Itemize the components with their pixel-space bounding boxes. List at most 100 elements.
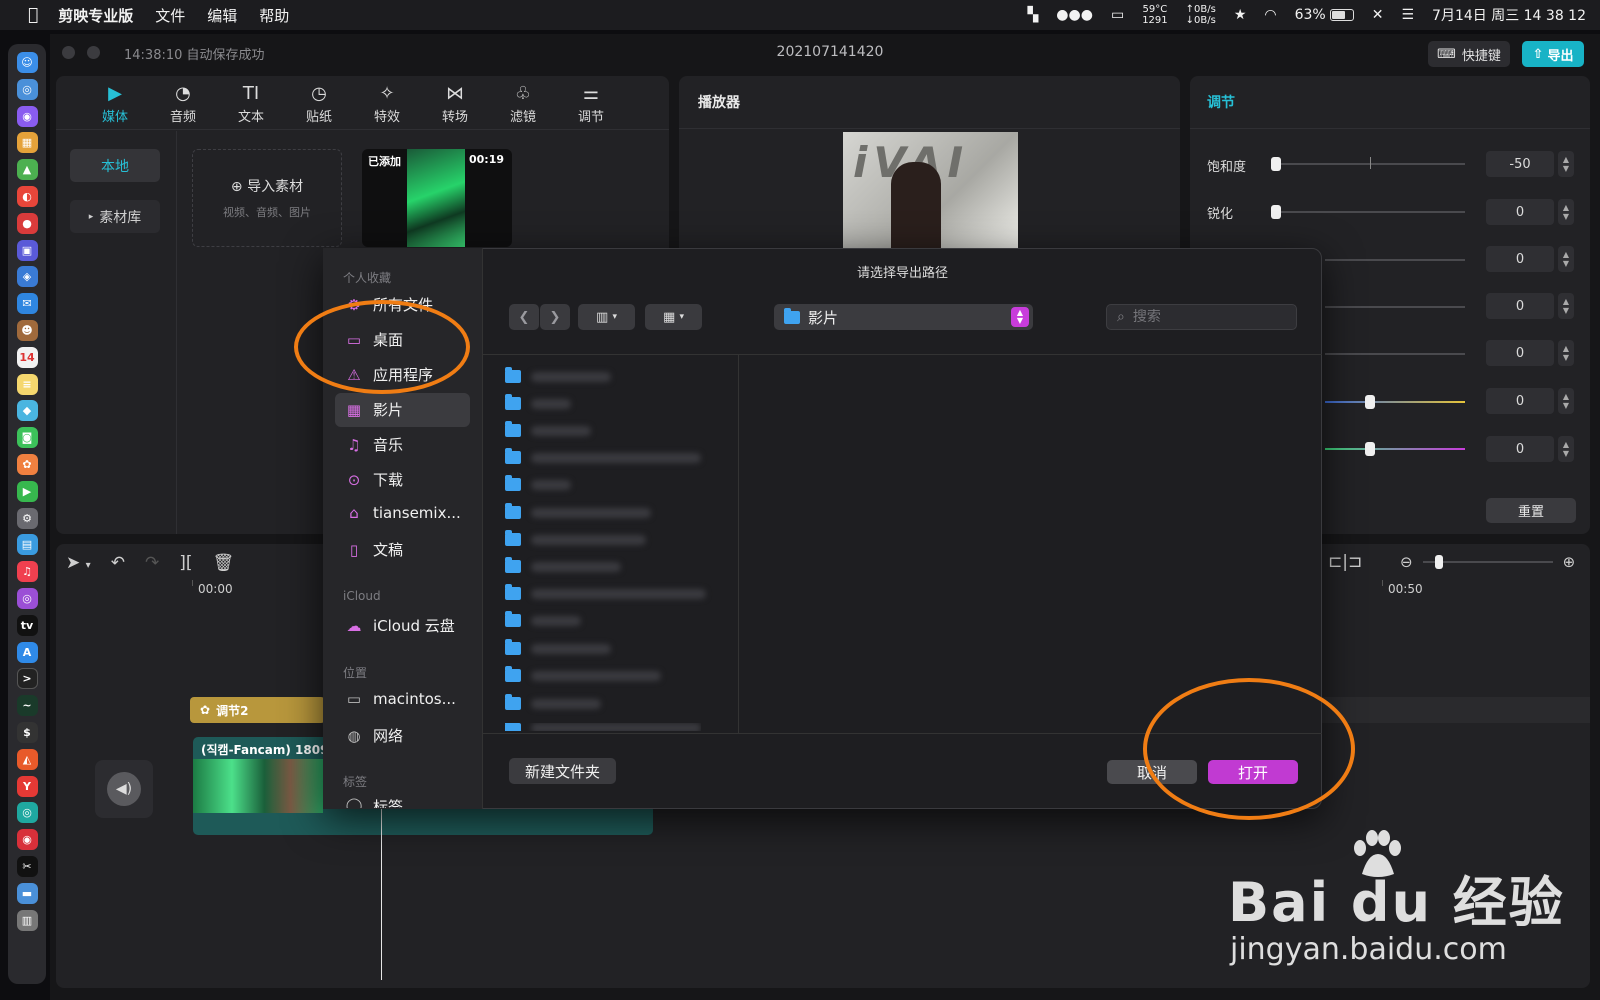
app-store-icon[interactable]: ▤ <box>16 534 38 556</box>
sharpen-slider[interactable] <box>1275 211 1465 213</box>
zoom-out-icon[interactable]: ⊖ <box>1400 553 1413 571</box>
adjust-slider-4[interactable] <box>1325 306 1465 308</box>
path-select[interactable]: 影片 ▲ ▼ <box>774 304 1033 330</box>
finder-icon[interactable]: ☺ <box>16 52 38 73</box>
tint-slider[interactable] <box>1325 448 1465 450</box>
grid-view-button[interactable]: ▦ ▾ <box>645 304 702 330</box>
facetime-icon[interactable]: ▶ <box>16 480 38 502</box>
zoom-slider-handle[interactable] <box>1434 555 1443 569</box>
siri-icon[interactable]: ◉ <box>16 105 38 127</box>
display-status-icon[interactable]: ▭ <box>1111 7 1124 23</box>
network-readout[interactable]: ↑0B/s ↓0B/s <box>1186 4 1216 26</box>
terminal-icon[interactable]: > <box>16 668 38 690</box>
tab-text[interactable]: TI 文本 <box>217 76 285 129</box>
app-teal-icon[interactable]: ◎ <box>16 802 38 824</box>
forward-button[interactable]: ❯ <box>540 304 570 330</box>
adjust-stepper-3[interactable]: ▲ ▼ <box>1558 246 1574 272</box>
adjust-value-4[interactable]: 0 <box>1486 293 1554 319</box>
folder-row[interactable] <box>505 723 701 731</box>
adjust-stepper-4[interactable]: ▲ ▼ <box>1558 293 1574 319</box>
music-app-icon[interactable]: ♫ <box>16 561 38 583</box>
calendar-icon[interactable]: 14 <box>16 346 38 368</box>
sidebar-item-music[interactable]: ♫ 音乐 <box>345 434 403 455</box>
playhead[interactable] <box>381 796 382 980</box>
sidebar-item-icloud-drive[interactable]: ☁ iCloud 云盘 <box>345 615 455 636</box>
folder-row[interactable] <box>505 666 661 682</box>
menu-app-name[interactable]: 剪映专业版 <box>58 5 133 26</box>
wifi-icon[interactable]: ◠ <box>1264 7 1276 23</box>
folder-row[interactable] <box>505 475 571 491</box>
control-center-icon[interactable]: ☰ <box>1401 7 1414 23</box>
media-clip-thumbnail[interactable]: 已添加 00:19 <box>362 149 512 247</box>
new-folder-button[interactable]: 新建文件夹 <box>509 758 616 784</box>
activity-monitor-icon[interactable]: ~ <box>16 695 38 717</box>
adjust-value-7[interactable]: 0 <box>1486 436 1554 462</box>
video-preview[interactable]: iVAI <box>843 132 1018 248</box>
saturation-slider-handle[interactable] <box>1271 157 1281 171</box>
saturation-value[interactable]: -50 <box>1486 151 1554 177</box>
temperature-slider[interactable] <box>1325 401 1465 403</box>
notes-icon[interactable]: ≡ <box>16 373 38 395</box>
folder-row[interactable] <box>505 394 571 410</box>
export-button[interactable]: ⇧ 导出 <box>1522 41 1584 67</box>
messages-icon[interactable]: ◙ <box>16 427 38 449</box>
folder-row[interactable] <box>505 367 611 383</box>
temperature-slider-handle[interactable] <box>1365 395 1375 409</box>
adjust-slider-5[interactable] <box>1325 353 1465 355</box>
battery-status[interactable]: 63% <box>1295 7 1354 23</box>
sidebar-item-network[interactable]: ◍ 网络 <box>345 725 403 746</box>
folder-row[interactable] <box>505 694 601 710</box>
shortcuts-button[interactable]: ⌨ 快捷键 <box>1428 41 1510 67</box>
sidebar-item-downloads[interactable]: ⊙ 下载 <box>345 469 403 490</box>
search-input[interactable] <box>1132 309 1273 325</box>
adjust-stepper-7[interactable]: ▲ ▼ <box>1558 436 1574 462</box>
chrome-icon[interactable]: ◐ <box>16 185 38 207</box>
sidebar-item-movies[interactable]: ▦ 影片 <box>345 399 403 420</box>
sidebar-item-macintosh-hd[interactable]: ▭ macintos... <box>345 690 456 708</box>
sidebar-item-documents[interactable]: ▯ 文稿 <box>345 539 403 560</box>
app-red-icon[interactable]: ● <box>16 212 38 234</box>
capcut-icon[interactable]: ✂ <box>16 855 38 877</box>
trash-icon[interactable]: ▥ <box>16 909 38 931</box>
adjust-stepper-6[interactable]: ▲ ▼ <box>1558 388 1574 414</box>
import-media-button[interactable]: ⊕ 导入素材 视频、音频、图片 <box>192 149 342 247</box>
folder-row[interactable] <box>505 421 591 437</box>
split-tool-icon[interactable]: ][ <box>179 553 192 573</box>
netease-music-icon[interactable]: ◉ <box>16 829 38 851</box>
zoom-slider[interactable] <box>1422 555 1553 569</box>
mute-icon[interactable]: ✕ <box>1372 7 1384 23</box>
launchpad-icon[interactable]: ▦ <box>16 132 38 154</box>
adjust-stepper-5[interactable]: ▲ ▼ <box>1558 340 1574 366</box>
adjust-clip[interactable]: ✿ 调节2 <box>190 697 325 723</box>
undo-icon[interactable]: ↶ <box>111 553 125 573</box>
appstore-icon[interactable]: A <box>16 641 38 663</box>
folder-icon[interactable]: ▬ <box>16 882 38 904</box>
yandex-icon[interactable]: Y <box>16 775 38 797</box>
mute-track-button[interactable]: ◀) <box>95 760 153 818</box>
select-tool-icon[interactable]: ➤ ▾ <box>66 553 91 573</box>
folder-row[interactable] <box>505 530 646 546</box>
temp-readout[interactable]: 59°C 1291 <box>1142 4 1167 26</box>
tab-filter[interactable]: ♧ 滤镜 <box>489 76 557 129</box>
back-button[interactable]: ❮ <box>509 304 539 330</box>
saturation-stepper[interactable]: ▲ ▼ <box>1558 151 1574 177</box>
folder-row[interactable] <box>505 448 701 464</box>
sharpen-slider-handle[interactable] <box>1271 205 1281 219</box>
tab-media[interactable]: ▶︎ 媒体 <box>81 76 149 129</box>
window-close-button[interactable] <box>62 45 75 59</box>
maps-icon[interactable]: ◆ <box>16 400 38 422</box>
link-split-icon[interactable]: ⊏|⊐ <box>1328 552 1362 572</box>
sharpen-stepper[interactable]: ▲ ▼ <box>1558 199 1574 225</box>
sharpen-value[interactable]: 0 <box>1486 199 1554 225</box>
menu-file[interactable]: 文件 <box>155 5 185 26</box>
tab-effects[interactable]: ✧ 特效 <box>353 76 421 129</box>
adjust-value-3[interactable]: 0 <box>1486 246 1554 272</box>
adjust-value-6[interactable]: 0 <box>1486 388 1554 414</box>
window-minimize-button[interactable] <box>87 45 100 59</box>
tab-sticker[interactable]: ◷ 贴纸 <box>285 76 353 129</box>
adjust-value-5[interactable]: 0 <box>1486 340 1554 366</box>
sidebar-item-tags[interactable]: ◯ 标签 <box>345 796 403 808</box>
mail-icon[interactable]: ✉ <box>16 293 38 315</box>
clock[interactable]: 7月14日 周三 14 38 12 <box>1432 5 1586 25</box>
column-view-button[interactable]: ▥ ▾ <box>578 304 635 330</box>
